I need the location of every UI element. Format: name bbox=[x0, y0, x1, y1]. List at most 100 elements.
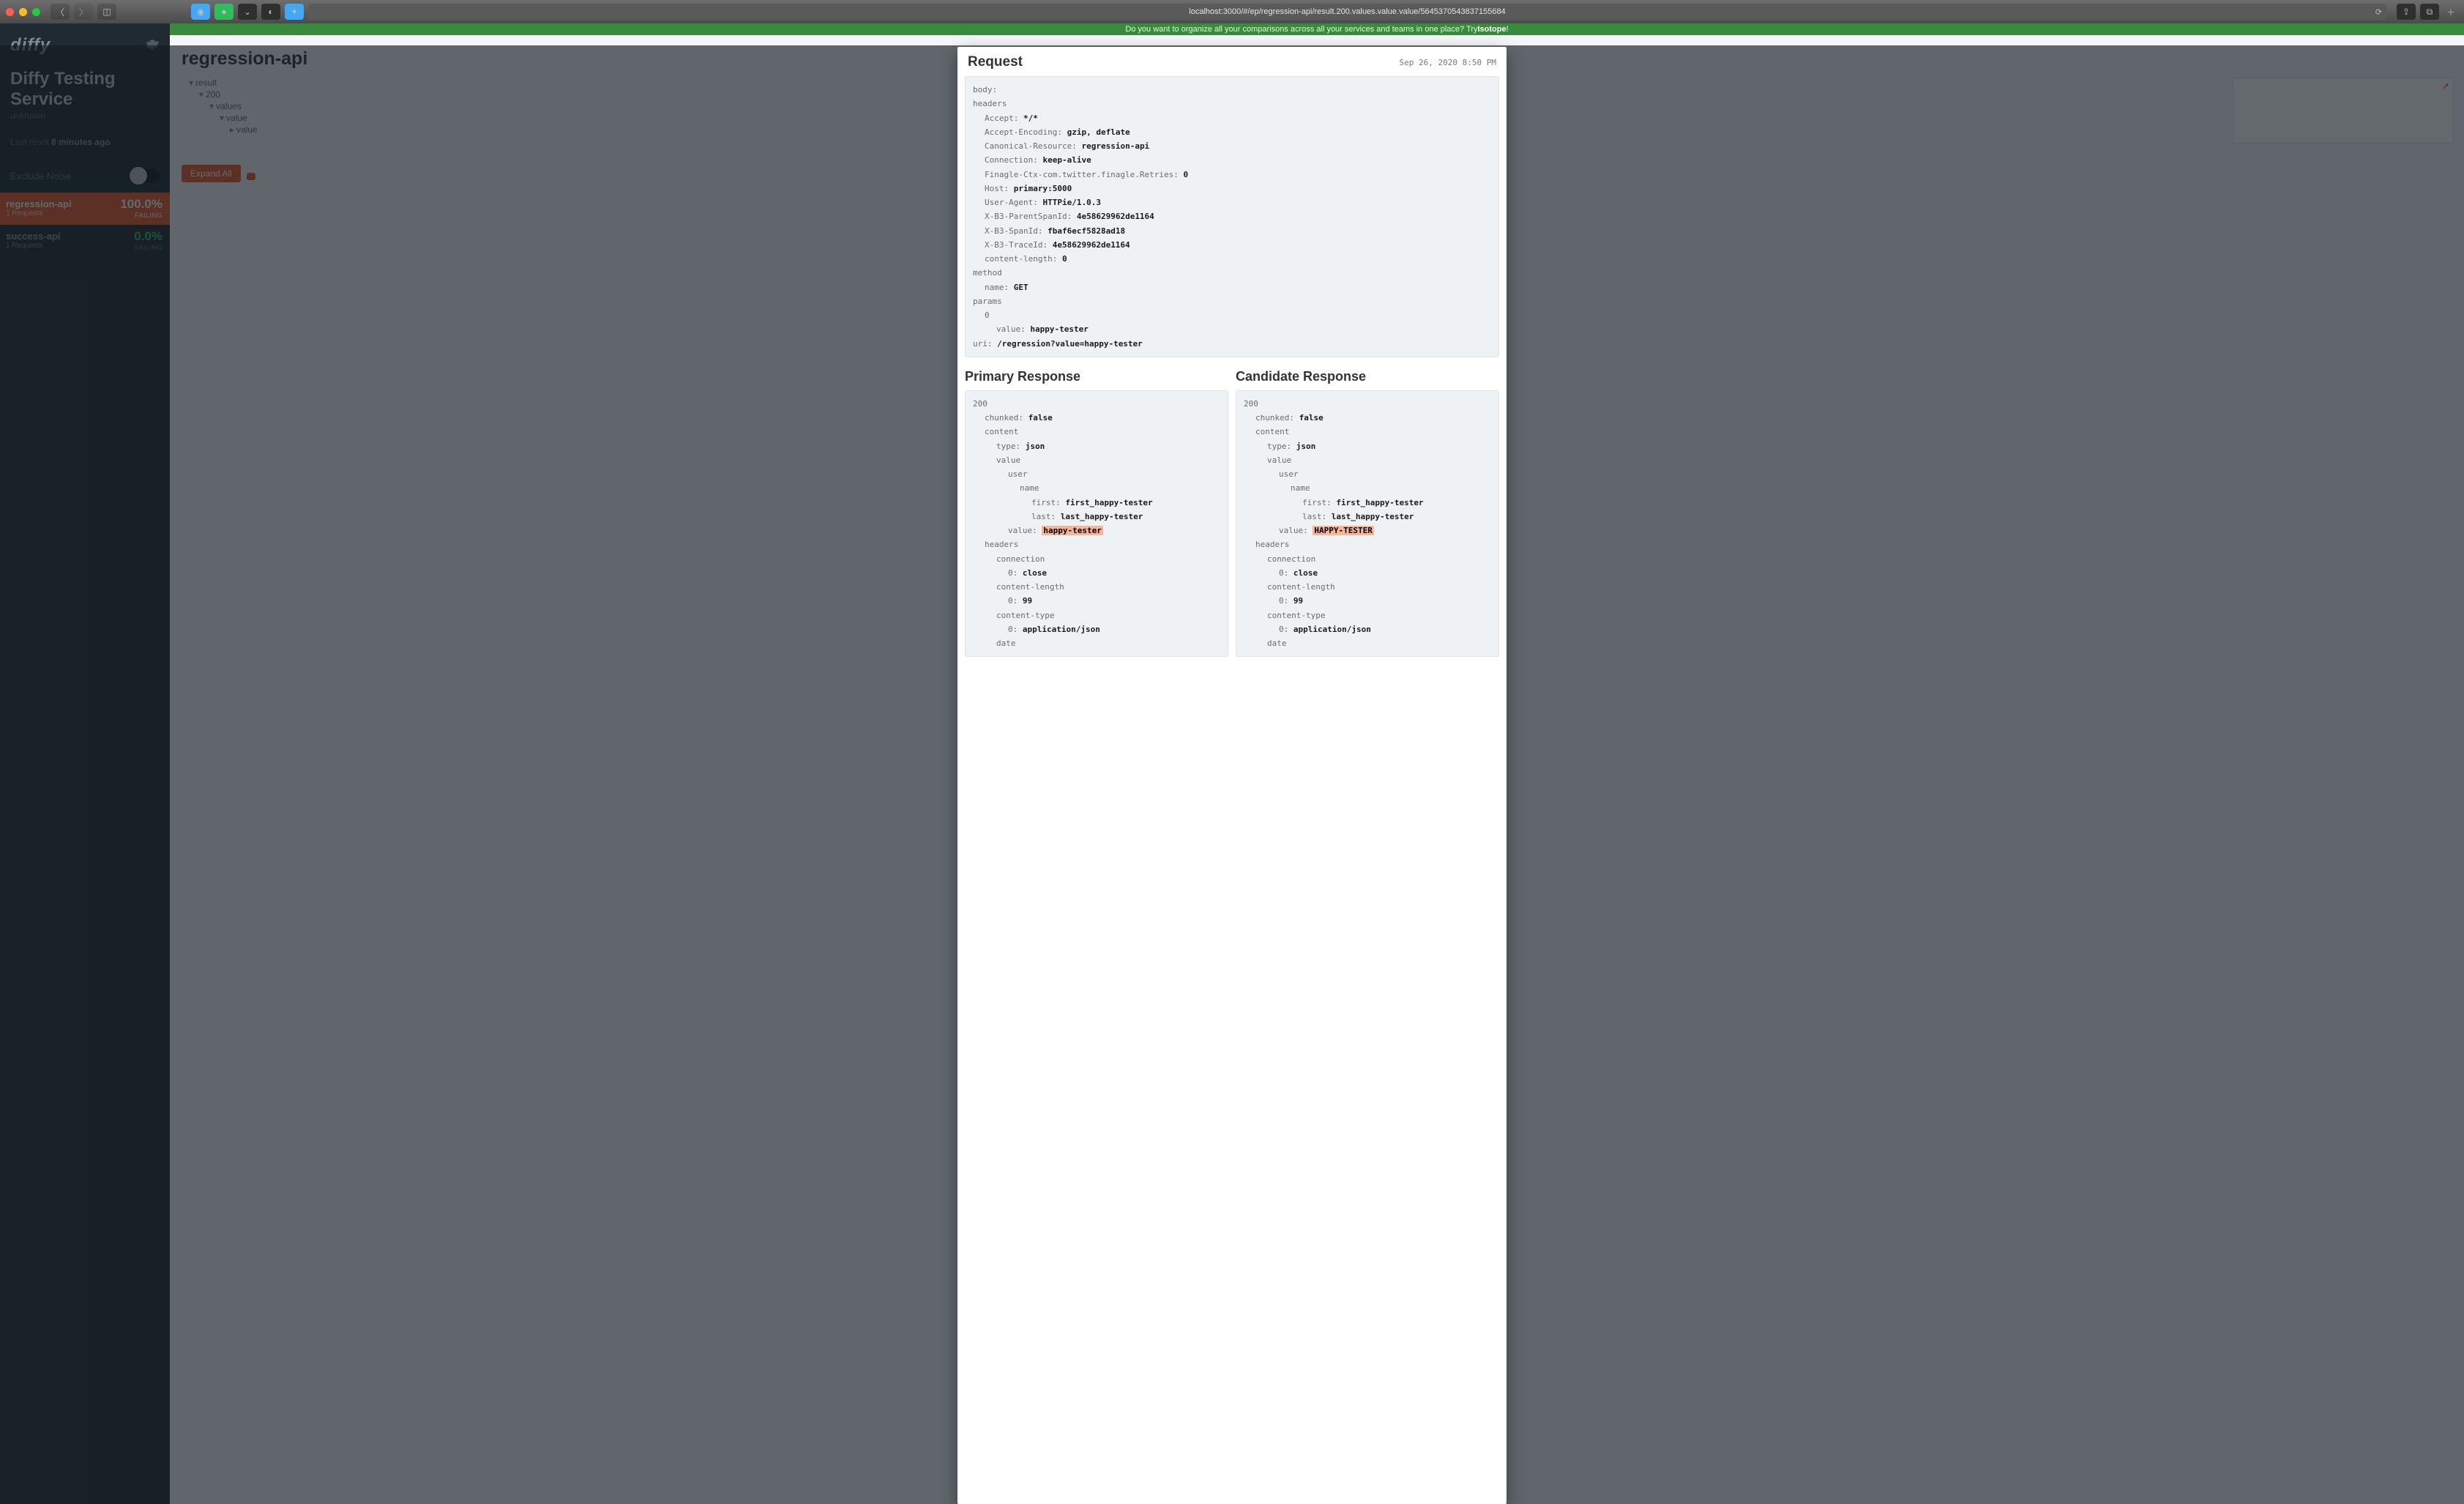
req-params-value-v: happy-tester bbox=[1030, 324, 1088, 334]
resp-val: close bbox=[1293, 568, 1318, 578]
resp-value-label: value bbox=[1267, 455, 1291, 465]
resp-val: json bbox=[1026, 442, 1045, 451]
resp-val: application/json bbox=[1023, 625, 1100, 634]
nav-forward-button[interactable]: 〉 bbox=[74, 4, 93, 20]
promo-text-post: ! bbox=[1507, 25, 1509, 34]
resp-key: first: bbox=[1302, 498, 1332, 507]
req-header-key: Host: bbox=[985, 184, 1009, 193]
req-params-value-k: value: bbox=[996, 324, 1026, 334]
nav-back-button[interactable]: 〈 bbox=[51, 4, 70, 20]
resp-key: type: bbox=[1267, 442, 1291, 451]
resp-user-label: user bbox=[1279, 469, 1299, 479]
resp-status: 200 bbox=[973, 399, 988, 409]
resp-conn-label: connection bbox=[1267, 554, 1315, 564]
req-header-val: 4e58629962de1164 bbox=[1077, 212, 1154, 221]
resp-val: json bbox=[1296, 442, 1316, 451]
req-uri-k: uri: bbox=[973, 339, 993, 349]
resp-content-label: content bbox=[1255, 427, 1289, 436]
promo-link[interactable]: Isotope bbox=[1478, 25, 1507, 34]
new-tab-button[interactable]: ＋ bbox=[2444, 6, 2458, 18]
req-method-label: method bbox=[973, 268, 1002, 278]
req-header-val: 4e58629962de1164 bbox=[1053, 240, 1130, 250]
resp-key: value: bbox=[1008, 526, 1037, 535]
ext-toggle-icon[interactable]: ◐ bbox=[261, 4, 280, 20]
address-bar-url: localhost:3000/#/ep/regression-api/resul… bbox=[1189, 7, 1505, 16]
resp-date-label: date bbox=[1267, 639, 1287, 648]
resp-val: false bbox=[1028, 413, 1053, 422]
resp-clen-label: content-length bbox=[996, 582, 1064, 592]
resp-val: last_happy-tester bbox=[1061, 512, 1143, 521]
req-header-val: 0 bbox=[1062, 254, 1067, 264]
req-header-key: Accept-Encoding: bbox=[985, 127, 1062, 137]
ext-pocket-icon[interactable]: ⌄ bbox=[238, 4, 257, 20]
req-header-val: HTTPie/1.0.3 bbox=[1042, 198, 1100, 207]
req-uri-v: /regression?value=happy-tester bbox=[997, 339, 1143, 349]
resp-key: 0: bbox=[1279, 625, 1288, 634]
resp-key: 0: bbox=[1279, 568, 1288, 578]
req-header-val: fbaf6ecf5828ad18 bbox=[1048, 226, 1125, 236]
req-header-key: User-Agent: bbox=[985, 198, 1038, 207]
req-header-val: 0 bbox=[1184, 170, 1189, 179]
req-header-val: primary:5000 bbox=[1014, 184, 1072, 193]
primary-response-panel: 200chunked: falsecontenttype: jsonvalueu… bbox=[965, 390, 1228, 658]
req-headers-label: headers bbox=[973, 99, 1007, 108]
browser-chrome: 〈 〉 ◫ ◉ ● ⌄ ◐ ✦ localhost:3000/#/ep/regr… bbox=[0, 0, 2464, 23]
request-panel: body: headers Accept: */* Accept-Encoding… bbox=[965, 76, 1499, 357]
ext-green-icon[interactable]: ● bbox=[214, 4, 234, 20]
resp-name-label: name bbox=[1291, 483, 1310, 493]
req-method-name-k: name: bbox=[985, 283, 1009, 292]
resp-key: first: bbox=[1031, 498, 1061, 507]
resp-user-label: user bbox=[1008, 469, 1028, 479]
req-params-label: params bbox=[973, 297, 1002, 306]
req-header-key: Connection: bbox=[985, 155, 1038, 165]
candidate-response-heading: Candidate Response bbox=[1236, 369, 1499, 384]
minimize-window-button[interactable] bbox=[19, 8, 27, 16]
req-header-val: keep-alive bbox=[1042, 155, 1091, 165]
resp-key: last: bbox=[1302, 512, 1326, 521]
resp-conn-label: connection bbox=[996, 554, 1045, 564]
reload-icon[interactable]: ⟳ bbox=[2375, 7, 2382, 17]
resp-key: 0: bbox=[1279, 596, 1288, 606]
resp-headers-label: headers bbox=[985, 540, 1018, 549]
resp-key: chunked: bbox=[1255, 413, 1294, 422]
modal-overlay[interactable]: Request Sep 26, 2020 8:50 PM body: heade… bbox=[0, 45, 2464, 1504]
resp-ctype-label: content-type bbox=[996, 611, 1054, 620]
req-header-val: gzip, deflate bbox=[1067, 127, 1130, 137]
req-header-key: Canonical-Resource: bbox=[985, 141, 1077, 151]
promo-text: Do you want to organize all your compari… bbox=[1125, 25, 1477, 34]
resp-key: 0: bbox=[1008, 568, 1018, 578]
request-timestamp: Sep 26, 2020 8:50 PM bbox=[1400, 58, 1496, 67]
promo-banner[interactable]: Do you want to organize all your compari… bbox=[170, 23, 2464, 35]
maximize-window-button[interactable] bbox=[32, 8, 40, 16]
req-header-key: X-B3-TraceId: bbox=[985, 240, 1048, 250]
primary-response-heading: Primary Response bbox=[965, 369, 1228, 384]
ext-highlight-icon[interactable]: ◉ bbox=[191, 4, 210, 20]
resp-name-label: name bbox=[1020, 483, 1039, 493]
close-window-button[interactable] bbox=[6, 8, 14, 16]
req-header-key: X-B3-ParentSpanId: bbox=[985, 212, 1072, 221]
resp-val: false bbox=[1299, 413, 1324, 422]
sidebar-toggle-button[interactable]: ◫ bbox=[97, 4, 116, 20]
request-heading: Request bbox=[968, 54, 1023, 70]
resp-key: 0: bbox=[1008, 625, 1018, 634]
window-traffic-lights bbox=[6, 8, 40, 16]
resp-val: close bbox=[1023, 568, 1047, 578]
req-body-label: body: bbox=[973, 85, 997, 94]
resp-key: type: bbox=[996, 442, 1020, 451]
tabs-overview-icon[interactable]: ⧉ bbox=[2420, 4, 2439, 20]
resp-key: 0: bbox=[1008, 596, 1018, 606]
ext-app-icon[interactable]: ✦ bbox=[285, 4, 304, 20]
resp-val: first_happy-tester bbox=[1336, 498, 1423, 507]
address-bar[interactable]: localhost:3000/#/ep/regression-api/resul… bbox=[308, 4, 2386, 20]
resp-key: chunked: bbox=[985, 413, 1023, 422]
req-header-val: */* bbox=[1023, 113, 1038, 123]
req-header-val: regression-api bbox=[1081, 141, 1149, 151]
resp-status: 200 bbox=[1244, 399, 1258, 409]
share-icon[interactable]: ⇪ bbox=[2397, 4, 2416, 20]
resp-val: 99 bbox=[1293, 596, 1303, 606]
resp-key: last: bbox=[1031, 512, 1056, 521]
resp-val: first_happy-tester bbox=[1065, 498, 1152, 507]
req-method-name-v: GET bbox=[1014, 283, 1028, 292]
resp-content-label: content bbox=[985, 427, 1018, 436]
req-header-key: Accept: bbox=[985, 113, 1018, 123]
